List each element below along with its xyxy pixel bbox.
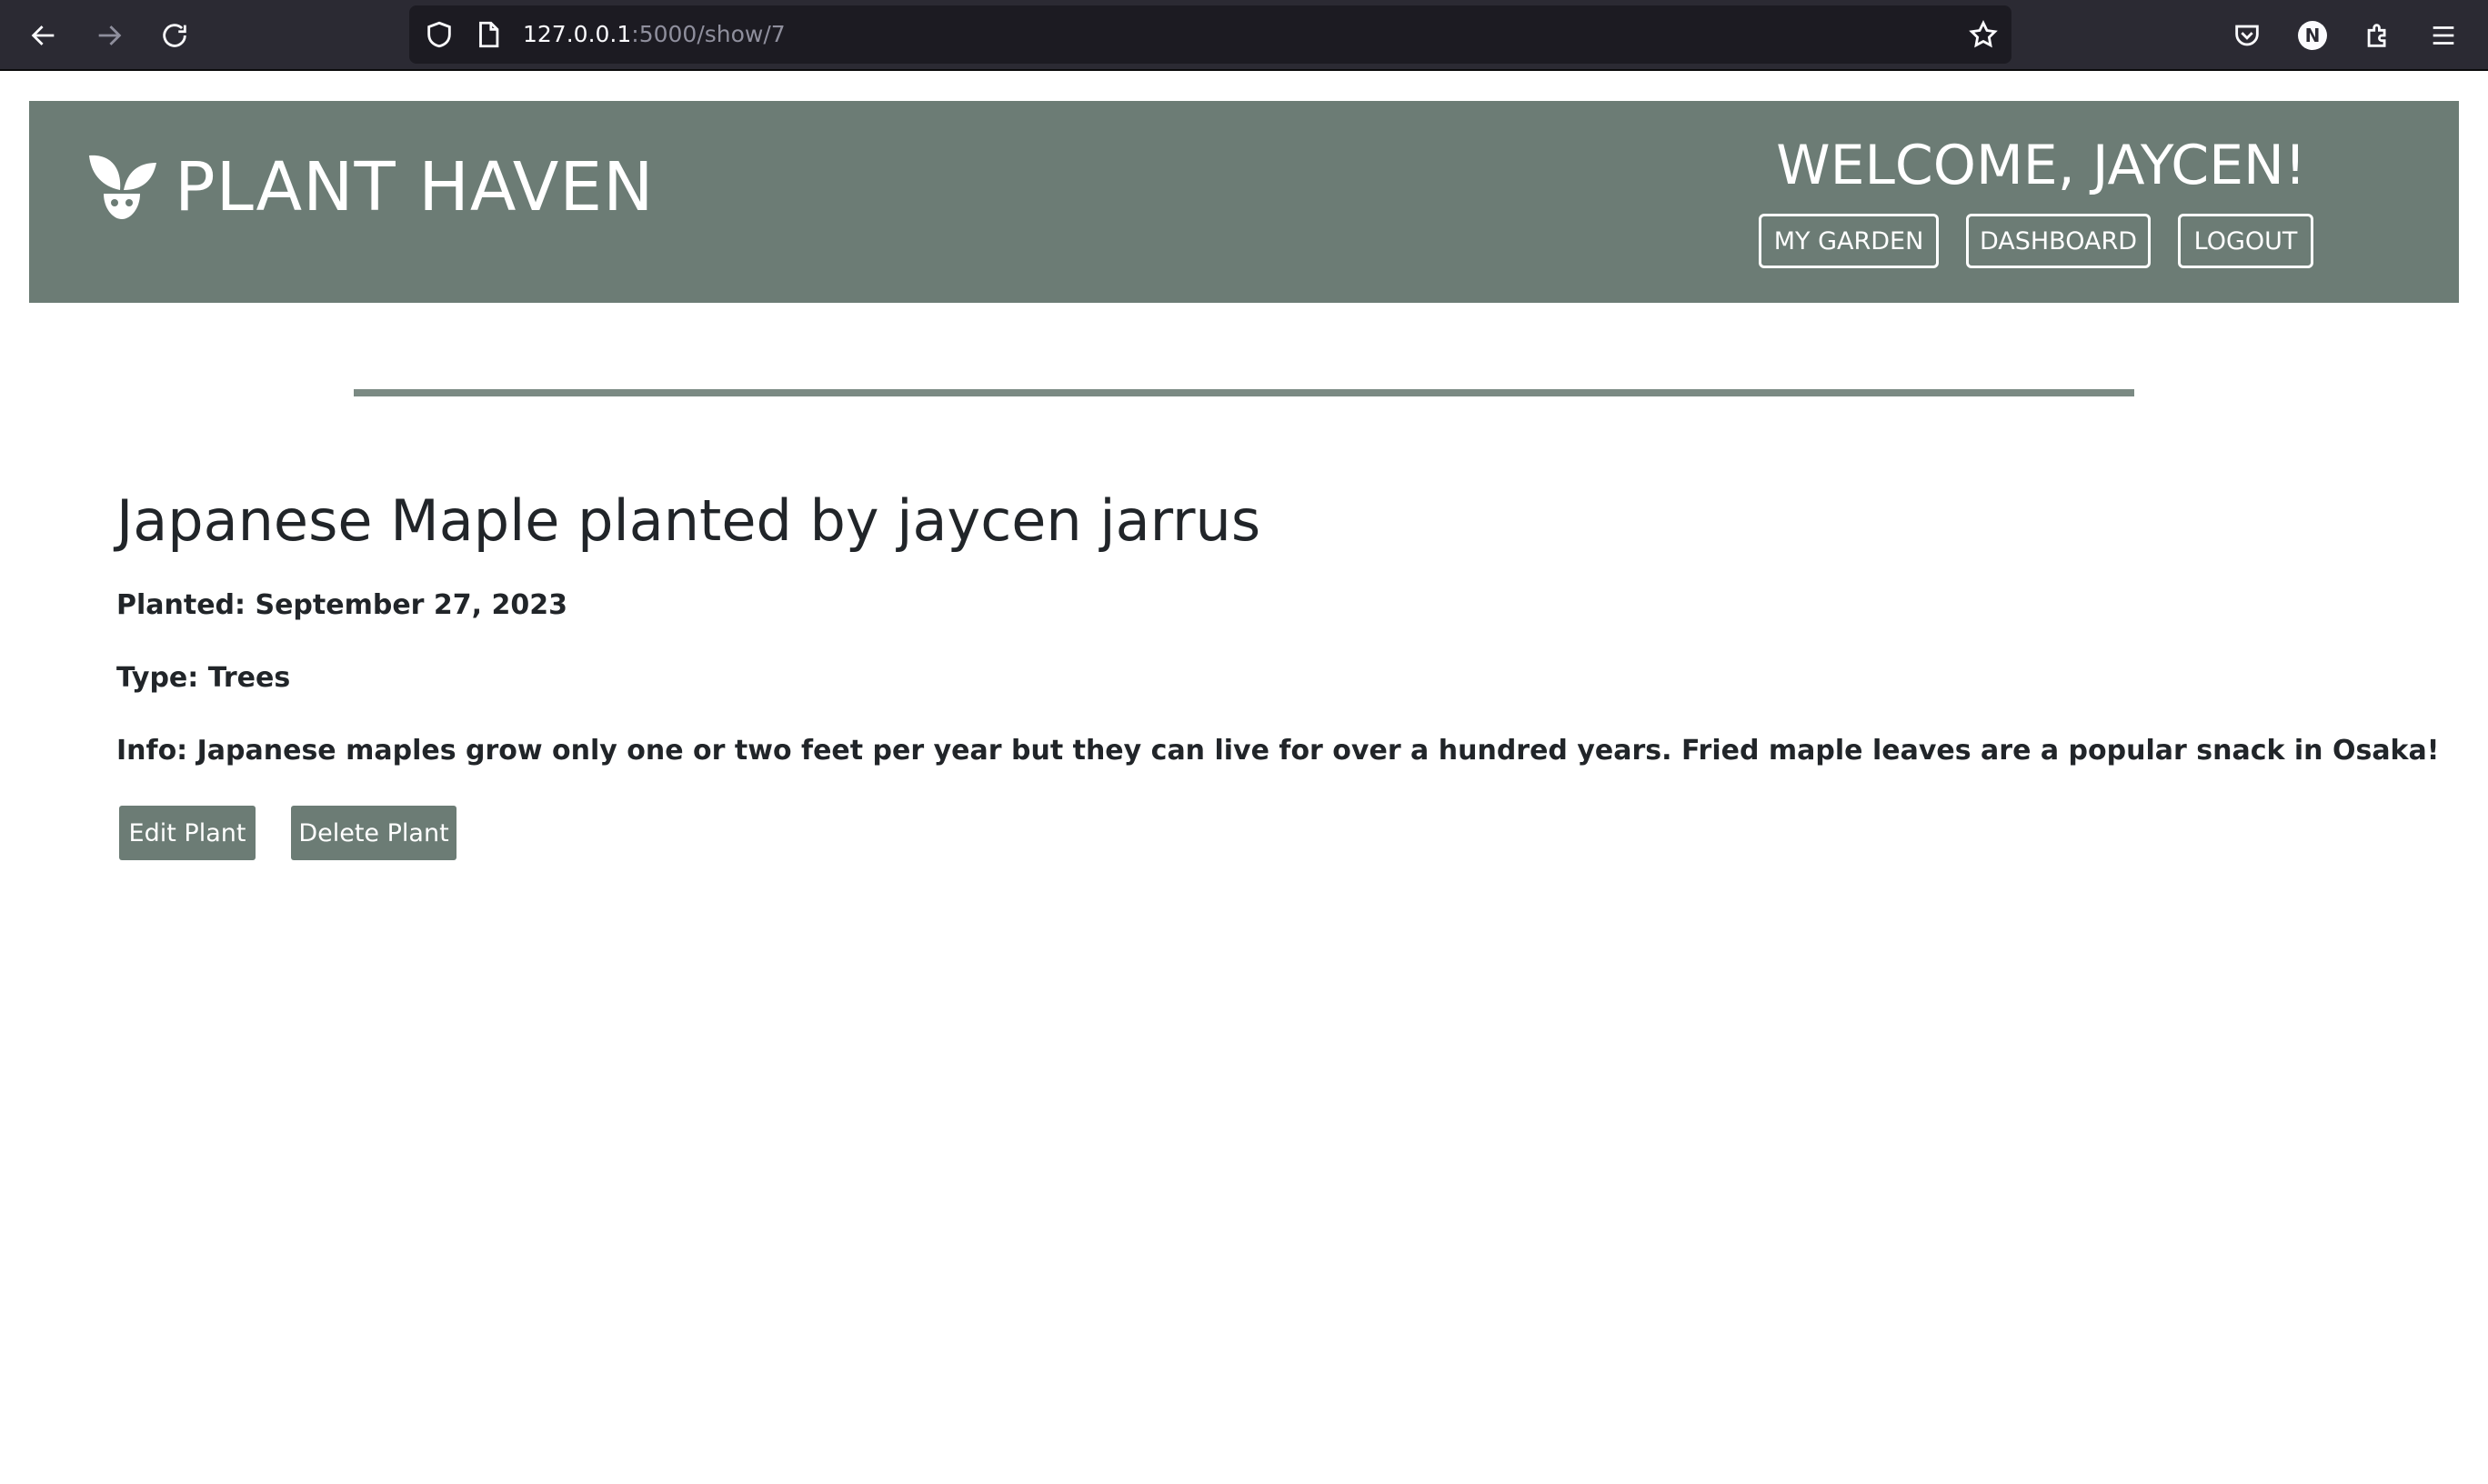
profile-initial: N (2298, 21, 2327, 50)
reload-icon[interactable] (156, 16, 194, 55)
my-garden-button[interactable]: MY GARDEN (1759, 214, 1939, 268)
welcome-message: WELCOME, JAYCEN! (1776, 134, 2306, 197)
site-title[interactable]: PLANT HAVEN (175, 148, 655, 226)
plant-type: Type: Trees (116, 662, 291, 694)
url-bar[interactable]: 127.0.0.1:5000/show/7 (409, 5, 2011, 64)
plant-info: Info: Japanese maples grow only one or t… (116, 735, 2440, 767)
browser-toolbar: 127.0.0.1:5000/show/7 N (0, 0, 2488, 71)
plant-title: Japanese Maple planted by jaycen jarrus (116, 487, 1261, 554)
forward-arrow-icon[interactable] (90, 16, 128, 55)
url-path: :5000/show/7 (631, 21, 786, 47)
logout-button[interactable]: LOGOUT (2178, 214, 2313, 268)
profile-avatar[interactable]: N (2293, 16, 2332, 55)
delete-plant-button[interactable]: Delete Plant (291, 806, 456, 860)
leaf-logo-icon (89, 155, 156, 219)
back-arrow-icon[interactable] (25, 16, 63, 55)
shield-icon[interactable] (420, 15, 458, 54)
edit-plant-button[interactable]: Edit Plant (119, 806, 256, 860)
star-icon[interactable] (1964, 15, 2002, 54)
planted-date: Planted: September 27, 2023 (116, 589, 567, 621)
extensions-icon[interactable] (2359, 16, 2397, 55)
url-host: 127.0.0.1 (523, 21, 632, 47)
dashboard-button[interactable]: DASHBOARD (1966, 214, 2151, 268)
section-divider (354, 389, 2134, 396)
page-icon[interactable] (469, 15, 507, 54)
site-header: PLANT HAVEN WELCOME, JAYCEN! MY GARDEN D… (29, 101, 2459, 303)
toolbar-divider (0, 69, 2488, 71)
pocket-icon[interactable] (2228, 16, 2266, 55)
menu-icon[interactable] (2424, 16, 2463, 55)
url-text[interactable]: 127.0.0.1:5000/show/7 (523, 5, 786, 64)
